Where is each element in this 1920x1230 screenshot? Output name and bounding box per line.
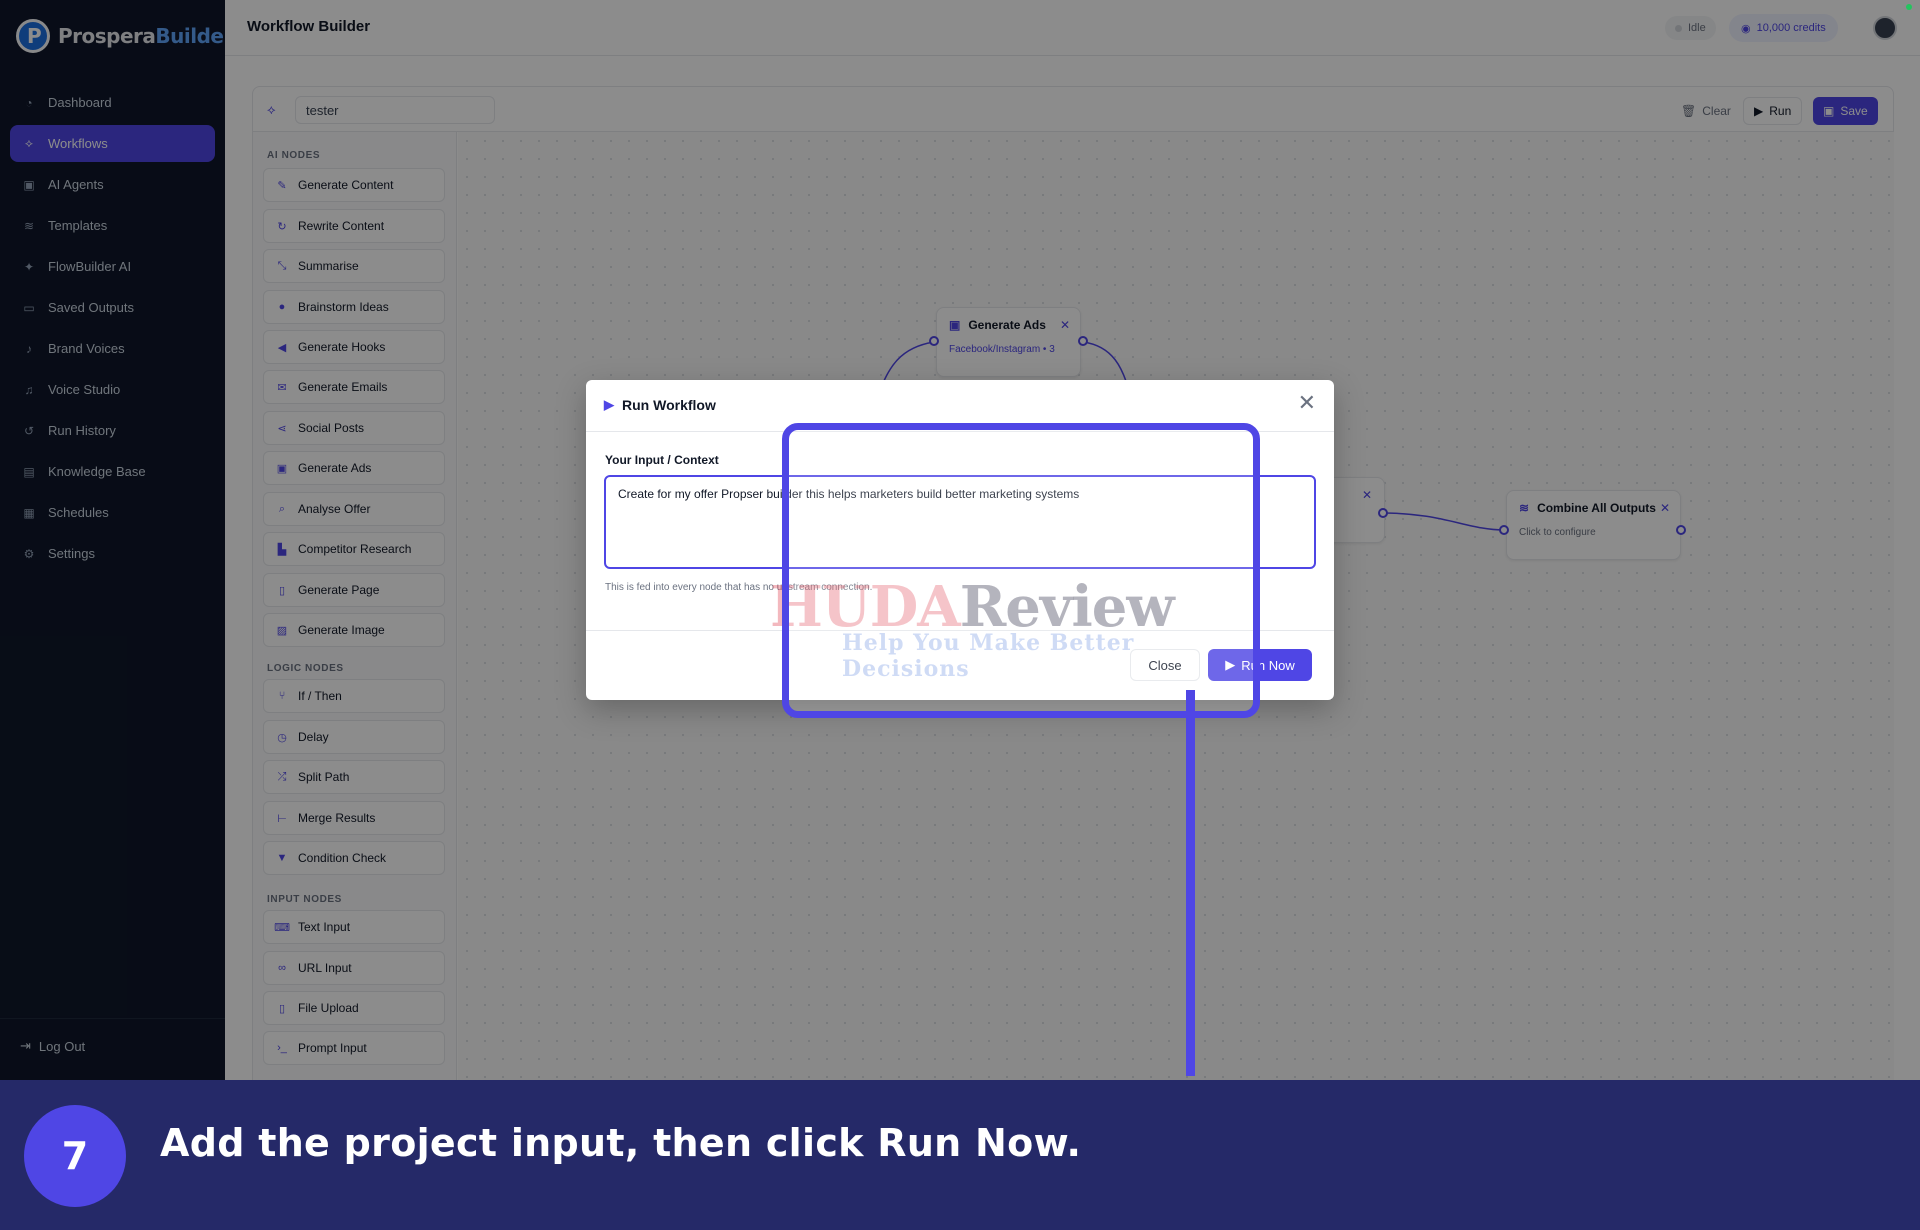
status-indicator-dot <box>1906 4 1912 10</box>
dialog-title: ▶ Run Workflow <box>604 397 716 413</box>
dialog-title-text: Run Workflow <box>622 397 716 413</box>
input-field-label: Your Input / Context <box>605 453 719 467</box>
tutorial-pointer-line <box>1186 690 1195 1076</box>
play-icon: ▶ <box>604 397 614 412</box>
step-instruction: Add the project input, then click Run No… <box>160 1121 1082 1165</box>
tutorial-highlight-box <box>782 423 1260 718</box>
close-icon[interactable]: ✕ <box>1298 392 1316 414</box>
step-number-badge: 7 <box>24 1105 126 1207</box>
